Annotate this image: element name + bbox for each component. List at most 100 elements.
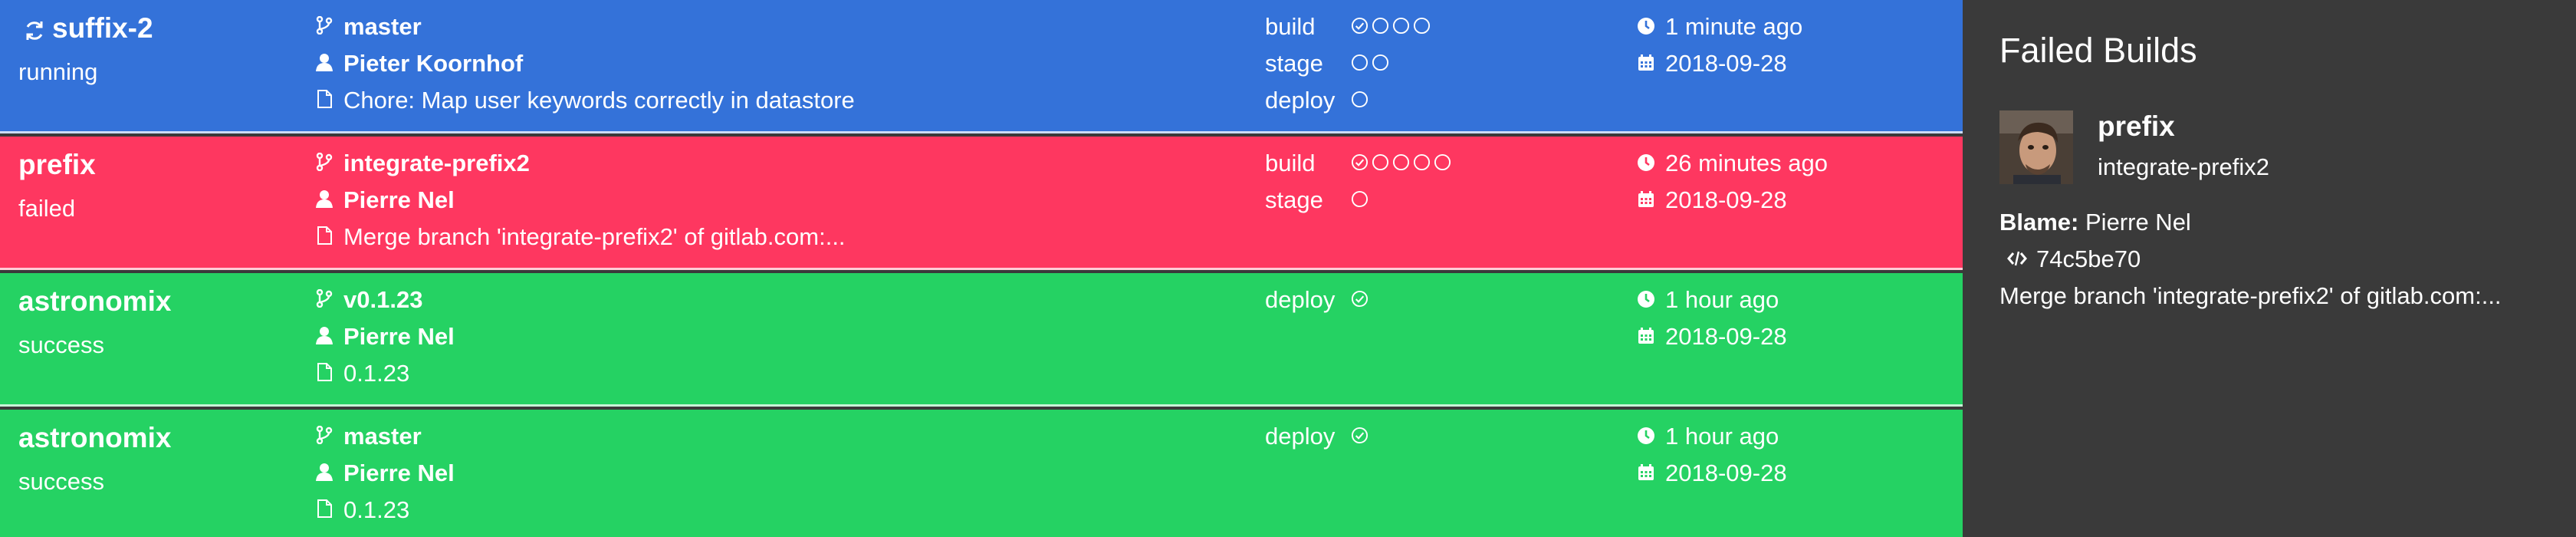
branch: integrate-prefix2 bbox=[316, 150, 530, 177]
pipeline-row[interactable]: astronomix success master Pierre Nel 0.1… bbox=[0, 410, 1963, 537]
author-name: Pierre Nel bbox=[343, 323, 455, 350]
failed-build-message: Merge branch 'integrate-prefix2' of gitl… bbox=[1999, 282, 2502, 309]
stage: deploy bbox=[1265, 286, 1368, 314]
relative-time-text: 26 minutes ago bbox=[1665, 150, 1828, 176]
empty-circle-icon[interactable] bbox=[1351, 50, 1368, 77]
project-name: prefix bbox=[18, 149, 96, 181]
empty-circle-icon[interactable] bbox=[1434, 150, 1451, 177]
empty-circle-icon[interactable] bbox=[1413, 150, 1431, 177]
branch: master bbox=[316, 13, 422, 41]
project-name: suffix-2 bbox=[18, 12, 153, 44]
stage-name: build bbox=[1265, 150, 1316, 176]
empty-circle-icon[interactable] bbox=[1351, 186, 1368, 214]
commit: 0.1.23 bbox=[316, 360, 409, 387]
calendar-icon bbox=[1638, 186, 1665, 214]
check-circle-icon[interactable] bbox=[1351, 423, 1368, 450]
failed-build-branch: integrate-prefix2 bbox=[2098, 153, 2270, 180]
branch: v0.1.23 bbox=[316, 286, 422, 314]
empty-circle-icon[interactable] bbox=[1372, 13, 1389, 41]
blame-label: Blame: bbox=[1999, 209, 2079, 236]
code-branch-icon bbox=[316, 150, 343, 177]
project-label: suffix-2 bbox=[52, 12, 153, 44]
file-icon bbox=[316, 496, 343, 524]
stage-jobs bbox=[1351, 423, 1368, 450]
relative-time: 1 minute ago bbox=[1638, 13, 1802, 41]
pipeline-date-text: 2018-09-28 bbox=[1665, 50, 1787, 77]
project-label: astronomix bbox=[18, 422, 172, 453]
author: Pieter Koornhof bbox=[316, 50, 523, 77]
calendar-icon bbox=[1638, 460, 1665, 487]
stage-name: deploy bbox=[1265, 286, 1336, 313]
stage-jobs bbox=[1351, 87, 1368, 114]
clock-icon bbox=[1638, 150, 1665, 177]
pipeline-date: 2018-09-28 bbox=[1638, 323, 1787, 351]
branch: master bbox=[316, 423, 422, 450]
pipeline-status: success bbox=[18, 331, 104, 358]
stage-name: build bbox=[1265, 13, 1316, 40]
author: Pierre Nel bbox=[316, 323, 455, 351]
pipeline-date-text: 2018-09-28 bbox=[1665, 186, 1787, 213]
user-icon bbox=[316, 323, 343, 351]
commit-message: Chore: Map user keywords correctly in da… bbox=[343, 87, 855, 114]
user-icon bbox=[316, 186, 343, 214]
clock-icon bbox=[1638, 423, 1665, 450]
pipeline-row[interactable]: suffix-2 running master Pieter Koornhof … bbox=[0, 0, 1963, 133]
author-name: Pierre Nel bbox=[343, 460, 455, 486]
dashboard: suffix-2 running master Pieter Koornhof … bbox=[0, 0, 2576, 537]
project-label: prefix bbox=[18, 149, 96, 180]
pipeline-status: success bbox=[18, 468, 104, 495]
empty-circle-icon[interactable] bbox=[1413, 13, 1431, 41]
user-icon bbox=[316, 50, 343, 77]
branch-name: integrate-prefix2 bbox=[343, 150, 530, 176]
empty-circle-icon[interactable] bbox=[1392, 150, 1410, 177]
stage-jobs bbox=[1351, 186, 1368, 214]
pipeline-row[interactable]: prefix failed integrate-prefix2 Pierre N… bbox=[0, 137, 1963, 270]
commit-hash: 74c5be70 bbox=[2036, 245, 2141, 272]
relative-time-text: 1 minute ago bbox=[1665, 13, 1803, 40]
commit: Chore: Map user keywords correctly in da… bbox=[316, 87, 855, 114]
check-circle-icon[interactable] bbox=[1351, 286, 1368, 314]
file-icon bbox=[316, 360, 343, 387]
stage-name: stage bbox=[1265, 186, 1323, 213]
stage-jobs bbox=[1351, 13, 1431, 41]
pipeline-status: failed bbox=[18, 195, 76, 222]
commit: Merge branch 'integrate-prefix2' of gitl… bbox=[316, 223, 846, 251]
commit: 0.1.23 bbox=[316, 496, 409, 524]
pipeline-date-text: 2018-09-28 bbox=[1665, 323, 1787, 350]
check-circle-icon[interactable] bbox=[1351, 150, 1368, 177]
calendar-icon bbox=[1638, 50, 1665, 77]
stage-name: deploy bbox=[1265, 423, 1336, 450]
failed-build-project: prefix bbox=[2098, 110, 2175, 142]
relative-time: 1 hour ago bbox=[1638, 423, 1779, 450]
commit-message: Merge branch 'integrate-prefix2' of gitl… bbox=[343, 223, 846, 250]
project-label: astronomix bbox=[18, 285, 172, 317]
project-name: astronomix bbox=[18, 422, 171, 454]
empty-circle-icon[interactable] bbox=[1372, 150, 1389, 177]
empty-circle-icon[interactable] bbox=[1372, 50, 1389, 77]
branch-name: v0.1.23 bbox=[343, 286, 423, 313]
pipeline-date-text: 2018-09-28 bbox=[1665, 460, 1787, 486]
check-circle-icon[interactable] bbox=[1351, 13, 1368, 41]
stage-jobs bbox=[1351, 286, 1368, 314]
project-name: astronomix bbox=[18, 285, 171, 318]
pipeline-date: 2018-09-28 bbox=[1638, 186, 1787, 214]
pipeline-row[interactable]: astronomix success v0.1.23 Pierre Nel 0.… bbox=[0, 273, 1963, 407]
relative-time: 1 hour ago bbox=[1638, 286, 1779, 314]
pipeline-list: suffix-2 running master Pieter Koornhof … bbox=[0, 0, 1963, 537]
empty-circle-icon[interactable] bbox=[1351, 87, 1368, 114]
user-icon bbox=[316, 460, 343, 487]
stage-jobs bbox=[1351, 150, 1451, 177]
stage-name: stage bbox=[1265, 50, 1323, 77]
code-branch-icon bbox=[316, 13, 343, 41]
author: Pierre Nel bbox=[316, 186, 455, 214]
empty-circle-icon[interactable] bbox=[1392, 13, 1410, 41]
row-divider bbox=[0, 268, 1963, 270]
file-icon bbox=[316, 87, 343, 114]
author-name: Pierre Nel bbox=[343, 186, 455, 213]
commit-message: 0.1.23 bbox=[343, 496, 410, 523]
sync-spinner-icon bbox=[23, 17, 46, 40]
stage: deploy bbox=[1265, 423, 1368, 450]
avatar bbox=[1999, 110, 2073, 184]
relative-time: 26 minutes ago bbox=[1638, 150, 1828, 177]
sidebar-title: Failed Builds bbox=[1999, 31, 2197, 70]
